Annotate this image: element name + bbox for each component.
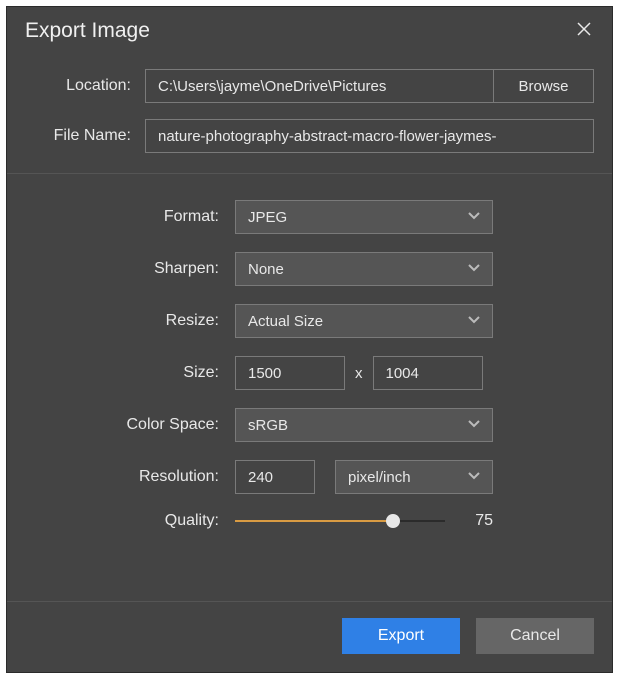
chevron-down-icon: [466, 467, 482, 487]
quality-label: Quality:: [25, 512, 235, 530]
size-height-input[interactable]: [373, 356, 483, 390]
quality-slider[interactable]: 75: [235, 512, 493, 530]
close-button[interactable]: [572, 19, 596, 43]
resolution-input[interactable]: [235, 460, 315, 494]
quality-value: 75: [445, 512, 493, 530]
colorspace-value: sRGB: [248, 417, 288, 434]
location-label: Location:: [25, 77, 145, 95]
chevron-down-icon: [466, 259, 482, 279]
close-icon: [577, 22, 591, 41]
resolution-label: Resolution:: [25, 468, 235, 486]
size-separator: x: [345, 365, 373, 382]
sharpen-select[interactable]: None: [235, 252, 493, 286]
cancel-button[interactable]: Cancel: [476, 618, 594, 654]
sharpen-label: Sharpen:: [25, 260, 235, 278]
slider-track: [235, 520, 445, 522]
colorspace-select[interactable]: sRGB: [235, 408, 493, 442]
resolution-unit-value: pixel/inch: [348, 469, 411, 486]
format-value: JPEG: [248, 209, 287, 226]
dialog-footer: Export Cancel: [7, 601, 612, 672]
location-section: Location: C:\Users\jayme\OneDrive\Pictur…: [7, 55, 612, 174]
resize-select[interactable]: Actual Size: [235, 304, 493, 338]
format-select[interactable]: JPEG: [235, 200, 493, 234]
size-width-input[interactable]: [235, 356, 345, 390]
filename-input[interactable]: [145, 119, 594, 153]
resize-label: Resize:: [25, 312, 235, 330]
export-image-dialog: Export Image Location: C:\Users\jayme\On…: [6, 6, 613, 673]
filename-label: File Name:: [25, 127, 145, 145]
slider-fill: [235, 520, 393, 522]
chevron-down-icon: [466, 311, 482, 331]
resolution-unit-select[interactable]: pixel/inch: [335, 460, 493, 494]
browse-button[interactable]: Browse: [493, 70, 593, 102]
chevron-down-icon: [466, 415, 482, 435]
format-label: Format:: [25, 208, 235, 226]
chevron-down-icon: [466, 207, 482, 227]
titlebar: Export Image: [7, 7, 612, 55]
options-section: Format: JPEG Sharpen: None Resize: Actua…: [7, 174, 612, 548]
slider-thumb[interactable]: [386, 514, 400, 528]
sharpen-value: None: [248, 261, 284, 278]
export-button[interactable]: Export: [342, 618, 460, 654]
location-path[interactable]: C:\Users\jayme\OneDrive\Pictures: [146, 70, 493, 102]
colorspace-label: Color Space:: [25, 416, 235, 434]
dialog-title: Export Image: [25, 19, 150, 43]
location-field-group: C:\Users\jayme\OneDrive\Pictures Browse: [145, 69, 594, 103]
size-label: Size:: [25, 364, 235, 382]
resize-value: Actual Size: [248, 313, 323, 330]
